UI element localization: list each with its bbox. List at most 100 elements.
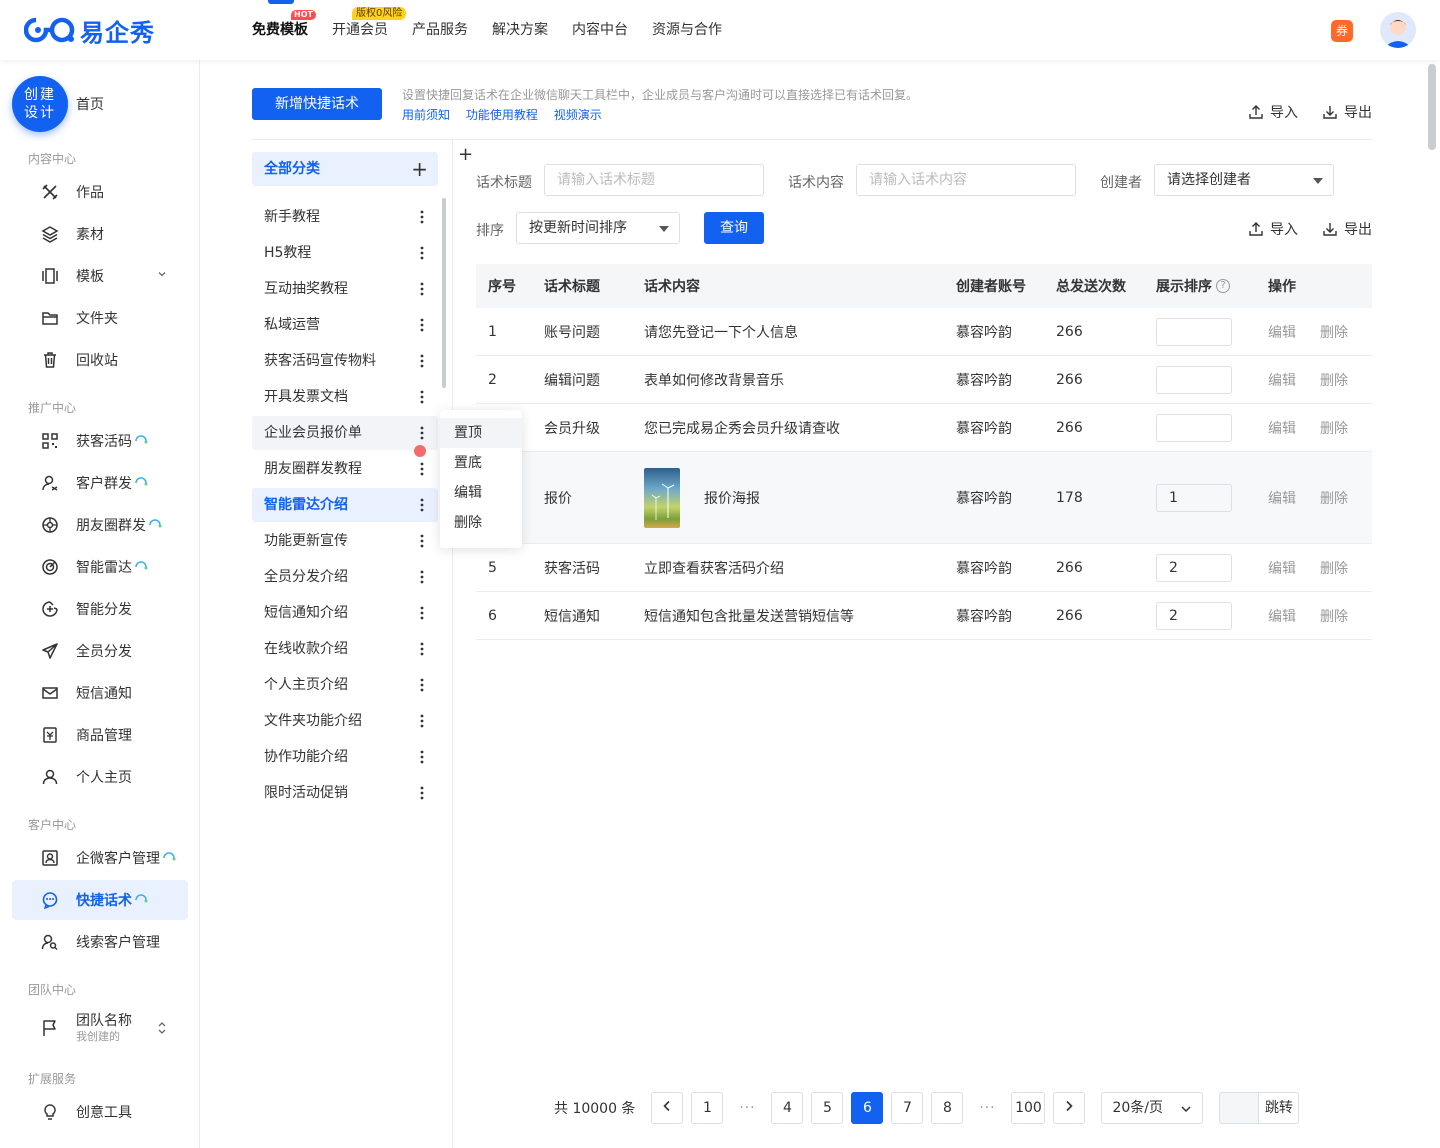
delete-button[interactable]: 删除 (1320, 404, 1348, 451)
category-item[interactable]: H5教程 (252, 236, 438, 270)
sidebar-item-smart-distribute[interactable]: 智能分发 (12, 589, 188, 629)
create-design-button[interactable]: 创建 设计 (12, 76, 68, 132)
edit-button[interactable]: 编辑 (1268, 592, 1296, 639)
sidebar-item-products[interactable]: 商品管理 (12, 715, 188, 755)
category-item[interactable]: 全员分发介绍 (252, 560, 438, 594)
sidebar-item-wecom-customers[interactable]: 企微客户管理 (12, 838, 188, 878)
creator-select[interactable]: 请选择创建者 (1154, 164, 1334, 196)
add-icon[interactable]: + (458, 144, 473, 165)
sidebar-item-trash[interactable]: 回收站 (12, 340, 188, 380)
content-filter-input[interactable]: 请输入话术内容 (856, 164, 1076, 196)
nav-solutions[interactable]: 解决方案 (492, 0, 548, 60)
edit-button[interactable]: 编辑 (1268, 544, 1296, 591)
category-item[interactable]: 开具发票文档 (252, 380, 438, 414)
sidebar-item-smart-radar[interactable]: 智能雷达 (12, 547, 188, 587)
page-button[interactable]: 7 (891, 1092, 924, 1124)
more-vertical-icon[interactable] (420, 344, 424, 378)
page-button-current[interactable]: 6 (851, 1092, 884, 1124)
more-vertical-icon[interactable] (420, 776, 424, 810)
title-filter-input[interactable]: 请输入话术标题 (544, 164, 764, 196)
delete-button[interactable]: 删除 (1320, 356, 1348, 403)
page-button[interactable]: 1 (691, 1092, 724, 1124)
sidebar-item-templates[interactable]: 模板 (12, 256, 188, 296)
prev-page-button[interactable] (651, 1092, 684, 1124)
sidebar-item-folder[interactable]: 文件夹 (12, 298, 188, 338)
logo[interactable]: 易企秀 (24, 14, 155, 47)
add-quick-reply-button[interactable]: 新增快捷话术 (252, 88, 382, 120)
sort-order-input[interactable]: 2 (1156, 553, 1232, 582)
sidebar-item-qrcode[interactable]: 获客活码 (12, 421, 188, 461)
more-vertical-icon[interactable] (420, 488, 424, 522)
pagination-ellipsis[interactable]: ··· (971, 1100, 1003, 1116)
category-item[interactable]: 新手教程 (252, 200, 438, 234)
more-vertical-icon[interactable] (420, 632, 424, 666)
page-button[interactable]: 100 (1011, 1092, 1046, 1124)
category-item[interactable]: 功能更新宣传 (252, 524, 438, 558)
sidebar-item-moments-broadcast[interactable]: 朋友圈群发 (12, 505, 188, 545)
sort-order-input[interactable]: 2 (1156, 601, 1232, 630)
category-item[interactable]: 限时活动促销 (252, 776, 438, 810)
query-button[interactable]: 查询 (704, 212, 764, 244)
page-button[interactable]: 8 (931, 1092, 964, 1124)
category-item[interactable]: 在线收款介绍 (252, 632, 438, 666)
sidebar-item-sms[interactable]: 短信通知 (12, 673, 188, 713)
edit-button[interactable]: 编辑 (1268, 308, 1296, 355)
nav-free-templates[interactable]: 免费模板 HOT (252, 0, 316, 60)
import-button[interactable]: 导入 (1248, 102, 1298, 122)
menu-item-edit[interactable]: 编辑 (440, 478, 522, 508)
page-button[interactable]: 5 (811, 1092, 844, 1124)
category-item[interactable]: 互动抽奖教程 (252, 272, 438, 306)
page-scrollbar[interactable] (1428, 64, 1436, 150)
page-jump-button[interactable]: 跳转 (1259, 1092, 1300, 1124)
coupon-icon[interactable]: 券 (1331, 20, 1353, 42)
page-jump-input[interactable] (1219, 1092, 1260, 1124)
category-item[interactable]: 获客活码宣传物料 (252, 344, 438, 378)
category-item[interactable]: 企业会员报价单 (252, 416, 438, 450)
more-vertical-icon[interactable] (420, 308, 424, 342)
sidebar-item-quick-replies[interactable]: 快捷话术 (12, 880, 188, 920)
category-all[interactable]: 全部分类 + (252, 152, 438, 186)
export-button[interactable]: 导出 (1322, 102, 1372, 122)
category-scrollbar[interactable] (442, 198, 446, 388)
help-icon[interactable]: ? (1216, 279, 1230, 293)
link-video[interactable]: 视频演示 (554, 108, 602, 122)
more-vertical-icon[interactable] (420, 272, 424, 306)
edit-button[interactable]: 编辑 (1268, 404, 1296, 451)
sort-order-input[interactable] (1156, 317, 1232, 346)
menu-item-delete[interactable]: 删除 (440, 508, 522, 538)
pagination-ellipsis[interactable]: ··· (731, 1100, 763, 1116)
link-tutorial[interactable]: 功能使用教程 (466, 108, 538, 122)
edit-button[interactable]: 编辑 (1268, 356, 1296, 403)
menu-item-pin-bottom[interactable]: 置底 (440, 448, 522, 478)
more-vertical-icon[interactable] (420, 236, 424, 270)
sidebar-item-works[interactable]: 作品 (12, 172, 188, 212)
delete-button[interactable]: 删除 (1320, 308, 1348, 355)
more-vertical-icon[interactable] (420, 740, 424, 774)
more-vertical-icon[interactable] (420, 560, 424, 594)
nav-resources[interactable]: 资源与合作 (652, 0, 722, 60)
delete-button[interactable]: 删除 (1320, 452, 1348, 543)
import-button[interactable]: 导入 (1248, 219, 1298, 239)
menu-item-pin-top[interactable]: 置顶 (440, 418, 522, 448)
sidebar-item-leads[interactable]: 线索客户管理 (12, 922, 188, 962)
sort-order-input[interactable] (1156, 365, 1232, 394)
export-button[interactable]: 导出 (1322, 219, 1372, 239)
more-vertical-icon[interactable] (420, 452, 424, 486)
next-page-button[interactable] (1053, 1092, 1086, 1124)
poster-thumbnail[interactable] (644, 467, 680, 528)
more-vertical-icon[interactable] (420, 524, 424, 558)
category-item[interactable]: 文件夹功能介绍 (252, 704, 438, 738)
page-button[interactable]: 4 (771, 1092, 804, 1124)
page-size-select[interactable]: 20条/页 (1101, 1092, 1204, 1124)
category-item[interactable]: 朋友圈群发教程 (252, 452, 438, 486)
category-item[interactable]: 智能雷达介绍 (252, 488, 438, 522)
add-category-icon[interactable]: + (411, 152, 428, 186)
sort-select[interactable]: 按更新时间排序 (516, 212, 680, 244)
sidebar-item-home[interactable]: 首页 (76, 94, 104, 114)
category-item[interactable]: 短信通知介绍 (252, 596, 438, 630)
sidebar-item-customer-broadcast[interactable]: 客户群发 (12, 463, 188, 503)
nav-products[interactable]: 产品服务 (412, 0, 468, 60)
sort-order-input[interactable] (1156, 413, 1232, 442)
link-notice[interactable]: 用前须知 (402, 108, 450, 122)
nav-membership[interactable]: 开通会员 版权0风险 (332, 0, 407, 60)
